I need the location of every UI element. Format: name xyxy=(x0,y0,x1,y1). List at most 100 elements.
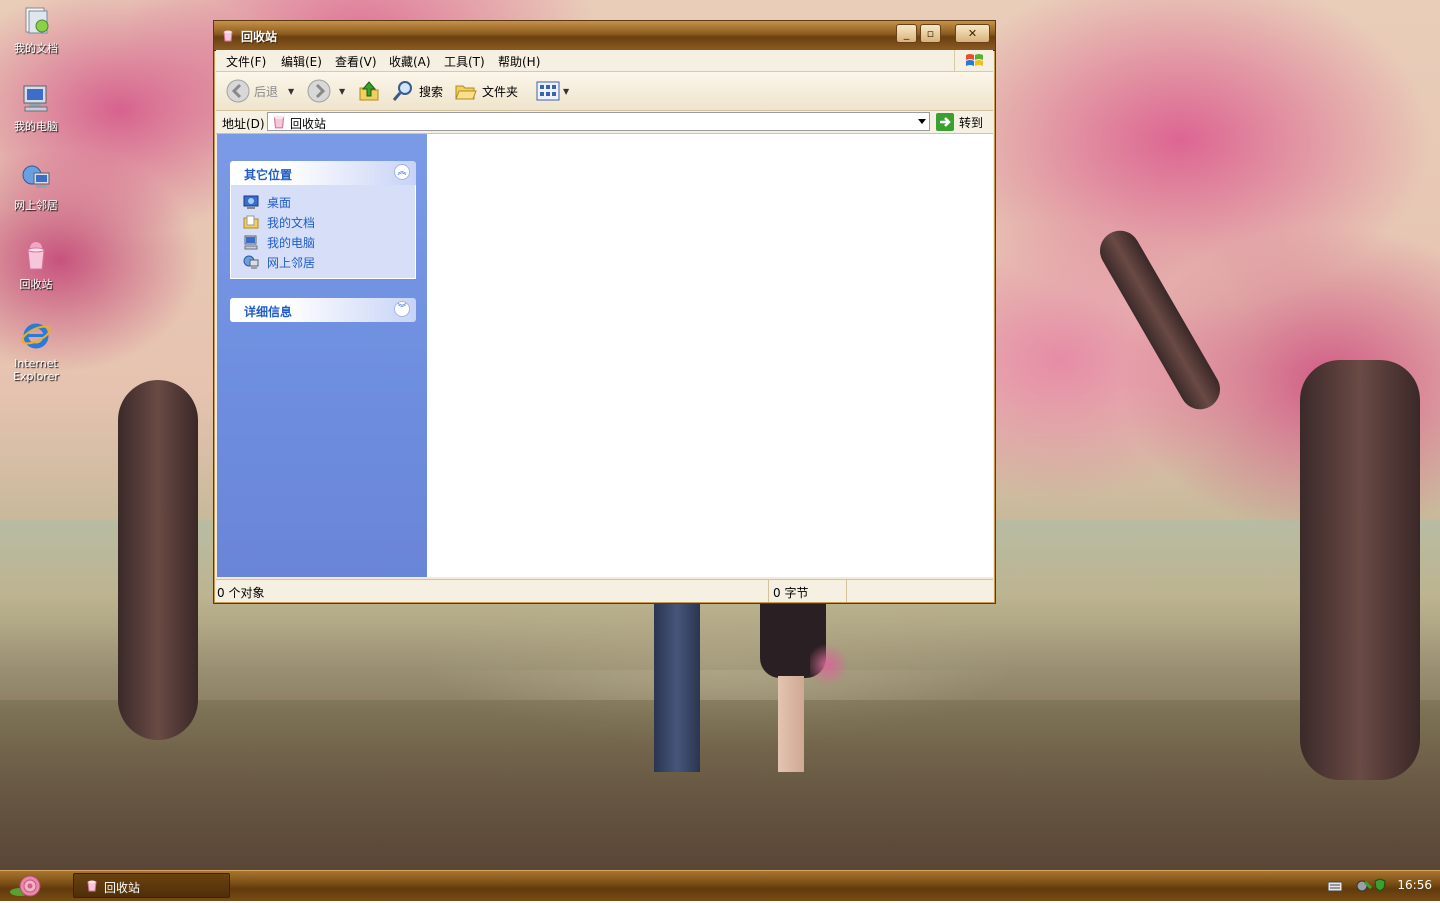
other-place-network-places[interactable]: 网上邻居 xyxy=(231,252,415,272)
back-arrow-icon xyxy=(226,79,250,103)
back-label: 后退 xyxy=(254,84,279,99)
details-header[interactable]: 详细信息 ︾ xyxy=(230,298,416,322)
windows-logo-icon xyxy=(954,50,993,71)
close-button[interactable]: ✕ xyxy=(955,24,990,43)
security-shield-icon[interactable] xyxy=(1374,878,1386,892)
recycle-bin-icon xyxy=(273,115,285,129)
desktop-icon-label: Internet Explorer xyxy=(13,357,59,383)
menu-favorites[interactable]: 收藏(A) xyxy=(389,53,431,70)
go-button[interactable]: 转到 xyxy=(936,112,990,132)
desktop-icon xyxy=(243,195,259,209)
menu-tools[interactable]: 工具(T) xyxy=(444,53,485,70)
search-label: 搜索 xyxy=(419,84,444,99)
address-value: 回收站 xyxy=(290,117,327,131)
menu-view[interactable]: 查看(V) xyxy=(335,53,377,70)
other-place-label: 我的电脑 xyxy=(267,235,316,250)
standard-toolbar: 后退 ▼ ▼ 搜索 文件夹 ▼ xyxy=(216,72,993,111)
minimize-button[interactable]: _ xyxy=(896,24,917,43)
address-dropdown-icon[interactable] xyxy=(918,119,926,124)
status-bar: 0 个对象 0 字节 xyxy=(216,579,993,602)
up-folder-icon xyxy=(359,81,379,101)
my-documents-icon xyxy=(243,215,259,229)
task-pane: 其它位置 ︽ 桌面 我的文档 我的电脑 网上邻居 详细信息 ︾ xyxy=(217,134,427,577)
wallpaper-figure-jeans xyxy=(654,604,700,772)
my-computer-icon xyxy=(23,85,48,112)
folders-icon xyxy=(455,85,477,100)
expand-chevron-icon[interactable]: ︾ xyxy=(394,301,410,317)
other-place-my-documents[interactable]: 我的文档 xyxy=(231,212,415,232)
status-size-cell: 0 字节 xyxy=(769,580,847,602)
views-button[interactable]: ▼ xyxy=(536,79,569,103)
menu-edit[interactable]: 编辑(E) xyxy=(281,53,322,70)
menu-bar: 文件(F) 编辑(E) 查看(V) 收藏(A) 工具(T) 帮助(H) xyxy=(216,50,993,72)
file-list-area[interactable] xyxy=(427,134,993,577)
forward-button[interactable]: ▼ xyxy=(307,79,345,103)
desktop-icon-label: 网上邻居 xyxy=(14,199,58,212)
folders-button[interactable]: 文件夹 xyxy=(454,79,518,103)
rose-start-icon xyxy=(10,875,41,897)
network-status-icon[interactable] xyxy=(1356,878,1372,894)
details-title: 详细信息 xyxy=(244,305,293,319)
views-icon xyxy=(536,81,560,101)
keyboard-icon[interactable] xyxy=(1328,880,1342,892)
go-arrow-icon xyxy=(936,113,954,131)
maximize-button[interactable]: ▫ xyxy=(920,24,941,43)
my-computer-icon xyxy=(244,235,258,250)
start-button[interactable] xyxy=(8,872,58,900)
back-dropdown-icon[interactable]: ▼ xyxy=(288,87,294,96)
taskbar-button-recycle-bin[interactable]: 回收站 xyxy=(73,873,230,898)
status-zone-cell xyxy=(847,580,993,602)
desktop-icon-label: 我的文档 xyxy=(14,42,58,55)
other-place-desktop[interactable]: 桌面 xyxy=(231,192,415,212)
folders-label: 文件夹 xyxy=(482,84,519,99)
menu-file[interactable]: 文件(F) xyxy=(226,53,266,70)
other-places-list: 桌面 我的文档 我的电脑 网上邻居 xyxy=(230,185,416,279)
address-input[interactable]: 回收站 xyxy=(267,112,930,131)
desktop-icon-my-computer[interactable]: 我的电脑 xyxy=(0,82,72,133)
taskbar-button-label: 回收站 xyxy=(104,881,141,895)
desktop-icon-my-documents[interactable]: 我的文档 xyxy=(0,4,72,55)
forward-arrow-icon xyxy=(307,79,331,103)
other-place-my-computer[interactable]: 我的电脑 xyxy=(231,232,415,252)
up-folder-button[interactable] xyxy=(357,79,381,103)
recycle-bin-icon xyxy=(87,880,97,892)
back-button[interactable]: 后退 ▼ xyxy=(226,79,294,103)
taskbar: 回收站 16:56 xyxy=(0,870,1440,901)
recycle-bin-icon xyxy=(27,242,45,270)
address-bar: 地址(D) 回收站 转到 xyxy=(216,111,993,134)
internet-explorer-icon xyxy=(21,323,51,349)
go-label: 转到 xyxy=(959,115,984,130)
desktop-icon-label: 我的电脑 xyxy=(14,120,58,133)
menu-help[interactable]: 帮助(H) xyxy=(498,53,540,70)
search-button[interactable]: 搜索 xyxy=(391,79,443,103)
my-documents-icon xyxy=(25,7,49,34)
desktop-icon-label: 回收站 xyxy=(19,278,53,291)
network-places-icon xyxy=(243,255,259,269)
other-place-label: 我的文档 xyxy=(267,215,316,230)
title-bar[interactable]: 回收站 _ ▫ ✕ xyxy=(214,21,995,51)
details-panel: 详细信息 ︾ xyxy=(230,298,416,322)
other-places-title: 其它位置 xyxy=(244,168,293,182)
desktop-icon-internet-explorer[interactable]: Internet Explorer xyxy=(0,319,72,383)
status-objects: 0 个对象 xyxy=(217,586,265,600)
network-places-icon xyxy=(22,165,50,188)
address-label: 地址(D) xyxy=(222,117,265,131)
other-place-label: 桌面 xyxy=(267,195,292,210)
wallpaper-tree-branch xyxy=(1092,223,1228,417)
recycle-bin-window: 回收站 _ ▫ ✕ 文件(F) 编辑(E) 查看(V) 收藏(A) 工具(T) … xyxy=(213,20,996,604)
other-places-header[interactable]: 其它位置 ︽ xyxy=(230,161,416,185)
window-title: 回收站 xyxy=(241,30,278,44)
wallpaper-figure-legs xyxy=(778,676,804,772)
wallpaper-flowers xyxy=(810,640,846,690)
wallpaper-tree-trunk-left xyxy=(118,380,198,740)
clock[interactable]: 16:56 xyxy=(1397,878,1432,892)
views-dropdown-icon[interactable]: ▼ xyxy=(563,87,569,96)
collapse-chevron-icon[interactable]: ︽ xyxy=(394,164,410,180)
other-place-label: 网上邻居 xyxy=(267,255,316,270)
search-icon xyxy=(392,81,412,101)
wallpaper-ground xyxy=(0,700,1440,870)
other-places-panel: 其它位置 ︽ 桌面 我的文档 我的电脑 网上邻居 xyxy=(230,161,416,279)
desktop-icon-network-places[interactable]: 网上邻居 xyxy=(0,161,72,212)
desktop-icon-recycle-bin[interactable]: 回收站 xyxy=(0,240,72,291)
forward-dropdown-icon[interactable]: ▼ xyxy=(339,87,345,96)
